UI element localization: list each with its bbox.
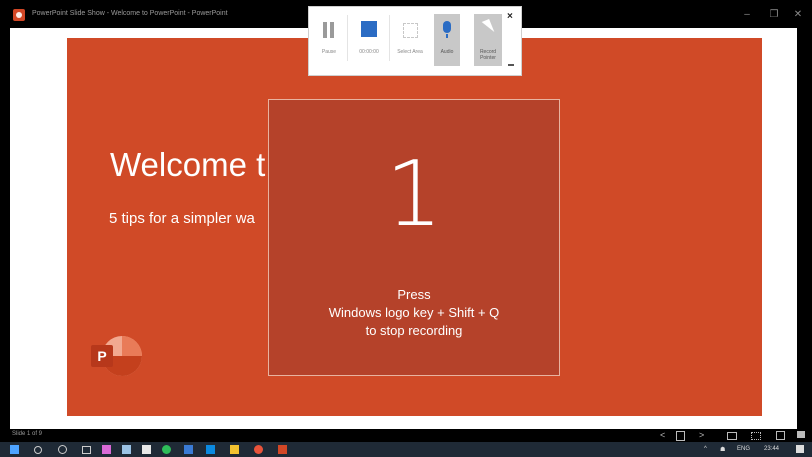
screen-recording-toolbar: Pause 00:00:00 Select Area Audio Record … <box>308 6 522 76</box>
app-icon-4[interactable] <box>162 445 171 454</box>
select-area-label: Select Area <box>397 49 423 55</box>
audio-toggle[interactable]: Audio <box>434 14 460 66</box>
windows-taskbar: ^ ☗ ENG 23:44 <box>0 442 812 457</box>
language-indicator[interactable]: ENG <box>737 446 750 452</box>
cortana-icon[interactable] <box>58 445 67 454</box>
microphone-icon <box>443 21 451 38</box>
select-area-button[interactable]: Select Area <box>395 14 425 66</box>
hint-line-3: to stop recording <box>365 323 463 338</box>
powerpoint-logo-icon: P <box>88 336 142 380</box>
record-pointer-label: Record Pointer <box>479 49 497 61</box>
pause-label: Pause <box>321 49 337 55</box>
recording-toolbar-close-button[interactable]: × <box>507 11 513 22</box>
start-button-icon[interactable] <box>10 445 19 454</box>
next-slide-button[interactable]: > <box>699 430 704 440</box>
close-button[interactable]: ✕ <box>788 8 808 22</box>
pause-icon <box>323 22 335 38</box>
restore-button[interactable]: ❐ <box>764 8 784 22</box>
clock[interactable]: 23:44 <box>764 446 779 452</box>
chrome-icon[interactable] <box>254 445 263 454</box>
normal-view-icon[interactable] <box>727 432 737 440</box>
network-icon[interactable]: ☗ <box>720 446 725 453</box>
app-icon-1[interactable] <box>102 445 111 454</box>
toolbar-divider <box>389 15 390 61</box>
countdown-number: 1 <box>385 142 443 247</box>
search-icon[interactable] <box>34 446 42 454</box>
tray-chevron-icon[interactable]: ^ <box>704 446 707 452</box>
app-icon-3[interactable] <box>142 445 151 454</box>
task-view-icon[interactable] <box>82 446 91 454</box>
stop-recording-button[interactable]: 00:00:00 <box>353 14 385 66</box>
toolbar-divider <box>347 15 348 61</box>
slide-counter: Slide 1 of 9 <box>12 431 43 437</box>
recording-toolbar-dock-icon[interactable] <box>508 64 514 66</box>
stop-icon <box>361 21 377 37</box>
slide-navigator-icon[interactable] <box>676 431 685 441</box>
reading-view-icon[interactable] <box>776 431 785 440</box>
notifications-icon[interactable] <box>796 445 804 453</box>
window-title: PowerPoint Slide Show - Welcome to Power… <box>32 10 228 17</box>
slide-show-view-icon[interactable] <box>797 431 805 438</box>
recording-timer: 00:00:00 <box>359 49 379 55</box>
slideshow-status-bar: Slide 1 of 9 < > <box>0 429 812 442</box>
select-area-icon <box>403 23 418 38</box>
audio-label: Audio <box>440 49 454 55</box>
app-icon-6[interactable] <box>206 445 215 454</box>
powerpoint-app-icon <box>13 9 25 21</box>
recording-countdown-overlay: 1 Press Windows logo key + Shift + Q to … <box>268 99 560 376</box>
slide-sorter-icon[interactable] <box>751 432 761 440</box>
powerpoint-taskbar-icon[interactable] <box>278 445 287 454</box>
app-icon-2[interactable] <box>122 445 131 454</box>
logo-letter: P <box>91 345 113 367</box>
stop-recording-hint: Press Windows logo key + Shift + Q to st… <box>269 286 559 340</box>
pointer-cursor-icon <box>481 19 495 35</box>
hint-line-2: Windows logo key + Shift + Q <box>328 305 500 320</box>
pause-button[interactable]: Pause <box>315 14 343 66</box>
file-explorer-icon[interactable] <box>230 445 239 454</box>
record-pointer-toggle[interactable]: Record Pointer <box>474 14 502 66</box>
slide-subtitle: 5 tips for a simpler wa <box>109 210 255 227</box>
previous-slide-button[interactable]: < <box>660 430 665 440</box>
app-icon-5[interactable] <box>184 445 193 454</box>
slide-title: Welcome t <box>110 146 266 183</box>
minimize-button[interactable]: – <box>737 8 757 22</box>
hint-line-1: Press <box>397 287 431 302</box>
